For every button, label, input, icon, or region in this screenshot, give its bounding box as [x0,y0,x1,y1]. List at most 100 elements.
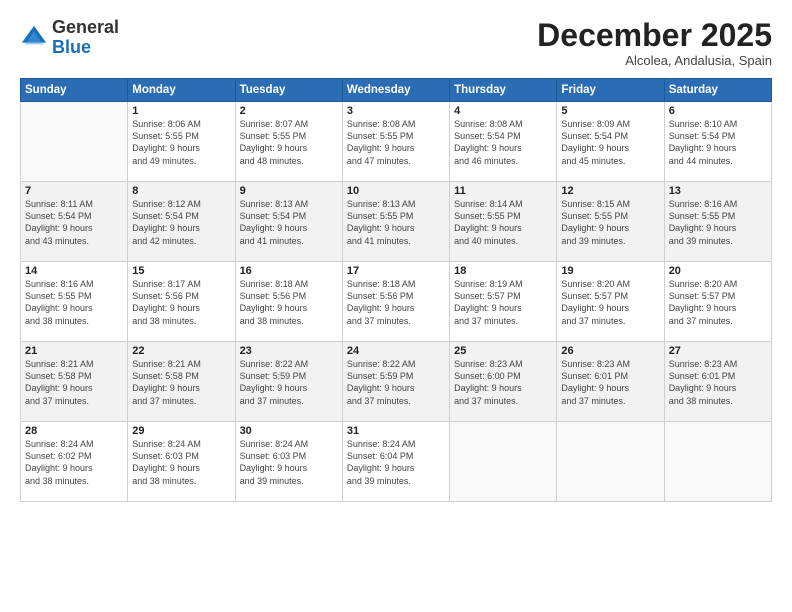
day-info: Sunrise: 8:24 AM Sunset: 6:03 PM Dayligh… [240,438,338,487]
calendar-cell: 20Sunrise: 8:20 AM Sunset: 5:57 PM Dayli… [664,262,771,342]
day-info: Sunrise: 8:17 AM Sunset: 5:56 PM Dayligh… [132,278,230,327]
day-info: Sunrise: 8:08 AM Sunset: 5:54 PM Dayligh… [454,118,552,167]
day-info: Sunrise: 8:18 AM Sunset: 5:56 PM Dayligh… [347,278,445,327]
calendar-cell: 9Sunrise: 8:13 AM Sunset: 5:54 PM Daylig… [235,182,342,262]
logo-icon [20,24,48,52]
day-info: Sunrise: 8:16 AM Sunset: 5:55 PM Dayligh… [669,198,767,247]
day-info: Sunrise: 8:20 AM Sunset: 5:57 PM Dayligh… [669,278,767,327]
day-number: 31 [347,425,445,437]
day-number: 3 [347,105,445,117]
day-number: 30 [240,425,338,437]
day-number: 1 [132,105,230,117]
day-info: Sunrise: 8:13 AM Sunset: 5:54 PM Dayligh… [240,198,338,247]
header-friday: Friday [557,79,664,102]
day-info: Sunrise: 8:08 AM Sunset: 5:55 PM Dayligh… [347,118,445,167]
calendar-cell [557,422,664,502]
day-number: 19 [561,265,659,277]
day-number: 6 [669,105,767,117]
day-number: 12 [561,185,659,197]
day-number: 25 [454,345,552,357]
day-info: Sunrise: 8:23 AM Sunset: 6:00 PM Dayligh… [454,358,552,407]
header-sunday: Sunday [21,79,128,102]
day-info: Sunrise: 8:21 AM Sunset: 5:58 PM Dayligh… [132,358,230,407]
day-number: 10 [347,185,445,197]
day-info: Sunrise: 8:23 AM Sunset: 6:01 PM Dayligh… [669,358,767,407]
day-number: 28 [25,425,123,437]
calendar-cell: 6Sunrise: 8:10 AM Sunset: 5:54 PM Daylig… [664,102,771,182]
logo-blue: Blue [52,37,91,57]
calendar-cell: 4Sunrise: 8:08 AM Sunset: 5:54 PM Daylig… [450,102,557,182]
day-number: 8 [132,185,230,197]
day-number: 5 [561,105,659,117]
calendar-week-row: 7Sunrise: 8:11 AM Sunset: 5:54 PM Daylig… [21,182,772,262]
day-info: Sunrise: 8:22 AM Sunset: 5:59 PM Dayligh… [240,358,338,407]
day-info: Sunrise: 8:09 AM Sunset: 5:54 PM Dayligh… [561,118,659,167]
day-info: Sunrise: 8:21 AM Sunset: 5:58 PM Dayligh… [25,358,123,407]
calendar-cell: 12Sunrise: 8:15 AM Sunset: 5:55 PM Dayli… [557,182,664,262]
day-info: Sunrise: 8:20 AM Sunset: 5:57 PM Dayligh… [561,278,659,327]
day-info: Sunrise: 8:07 AM Sunset: 5:55 PM Dayligh… [240,118,338,167]
day-info: Sunrise: 8:23 AM Sunset: 6:01 PM Dayligh… [561,358,659,407]
day-info: Sunrise: 8:16 AM Sunset: 5:55 PM Dayligh… [25,278,123,327]
calendar-cell: 13Sunrise: 8:16 AM Sunset: 5:55 PM Dayli… [664,182,771,262]
month-title: December 2025 [537,18,772,53]
calendar-week-row: 14Sunrise: 8:16 AM Sunset: 5:55 PM Dayli… [21,262,772,342]
day-info: Sunrise: 8:14 AM Sunset: 5:55 PM Dayligh… [454,198,552,247]
day-number: 26 [561,345,659,357]
calendar-cell: 22Sunrise: 8:21 AM Sunset: 5:58 PM Dayli… [128,342,235,422]
page: General Blue December 2025 Alcolea, Anda… [0,0,792,612]
calendar-cell [450,422,557,502]
title-block: December 2025 Alcolea, Andalusia, Spain [537,18,772,68]
calendar-cell: 7Sunrise: 8:11 AM Sunset: 5:54 PM Daylig… [21,182,128,262]
day-info: Sunrise: 8:19 AM Sunset: 5:57 PM Dayligh… [454,278,552,327]
day-number: 22 [132,345,230,357]
calendar-week-row: 21Sunrise: 8:21 AM Sunset: 5:58 PM Dayli… [21,342,772,422]
day-number: 14 [25,265,123,277]
logo-general: General [52,17,119,37]
day-number: 16 [240,265,338,277]
day-number: 27 [669,345,767,357]
calendar-cell: 14Sunrise: 8:16 AM Sunset: 5:55 PM Dayli… [21,262,128,342]
calendar-cell: 24Sunrise: 8:22 AM Sunset: 5:59 PM Dayli… [342,342,449,422]
calendar-cell: 3Sunrise: 8:08 AM Sunset: 5:55 PM Daylig… [342,102,449,182]
calendar-cell: 31Sunrise: 8:24 AM Sunset: 6:04 PM Dayli… [342,422,449,502]
calendar-cell: 26Sunrise: 8:23 AM Sunset: 6:01 PM Dayli… [557,342,664,422]
calendar-cell [21,102,128,182]
logo-text: General Blue [52,18,119,58]
calendar-table: Sunday Monday Tuesday Wednesday Thursday… [20,78,772,502]
day-info: Sunrise: 8:06 AM Sunset: 5:55 PM Dayligh… [132,118,230,167]
header: General Blue December 2025 Alcolea, Anda… [20,18,772,68]
logo: General Blue [20,18,119,58]
day-number: 24 [347,345,445,357]
calendar-cell: 2Sunrise: 8:07 AM Sunset: 5:55 PM Daylig… [235,102,342,182]
calendar-cell: 8Sunrise: 8:12 AM Sunset: 5:54 PM Daylig… [128,182,235,262]
calendar-cell: 5Sunrise: 8:09 AM Sunset: 5:54 PM Daylig… [557,102,664,182]
calendar-cell: 18Sunrise: 8:19 AM Sunset: 5:57 PM Dayli… [450,262,557,342]
header-saturday: Saturday [664,79,771,102]
calendar-cell: 21Sunrise: 8:21 AM Sunset: 5:58 PM Dayli… [21,342,128,422]
day-number: 11 [454,185,552,197]
day-info: Sunrise: 8:13 AM Sunset: 5:55 PM Dayligh… [347,198,445,247]
calendar-cell: 11Sunrise: 8:14 AM Sunset: 5:55 PM Dayli… [450,182,557,262]
day-info: Sunrise: 8:11 AM Sunset: 5:54 PM Dayligh… [25,198,123,247]
calendar-cell: 17Sunrise: 8:18 AM Sunset: 5:56 PM Dayli… [342,262,449,342]
calendar-cell: 15Sunrise: 8:17 AM Sunset: 5:56 PM Dayli… [128,262,235,342]
calendar-cell: 1Sunrise: 8:06 AM Sunset: 5:55 PM Daylig… [128,102,235,182]
day-info: Sunrise: 8:15 AM Sunset: 5:55 PM Dayligh… [561,198,659,247]
day-number: 13 [669,185,767,197]
day-number: 4 [454,105,552,117]
calendar-cell: 28Sunrise: 8:24 AM Sunset: 6:02 PM Dayli… [21,422,128,502]
calendar-cell: 25Sunrise: 8:23 AM Sunset: 6:00 PM Dayli… [450,342,557,422]
header-tuesday: Tuesday [235,79,342,102]
day-number: 2 [240,105,338,117]
day-info: Sunrise: 8:24 AM Sunset: 6:02 PM Dayligh… [25,438,123,487]
day-info: Sunrise: 8:22 AM Sunset: 5:59 PM Dayligh… [347,358,445,407]
header-thursday: Thursday [450,79,557,102]
calendar-cell: 29Sunrise: 8:24 AM Sunset: 6:03 PM Dayli… [128,422,235,502]
calendar-week-row: 28Sunrise: 8:24 AM Sunset: 6:02 PM Dayli… [21,422,772,502]
day-number: 21 [25,345,123,357]
day-number: 9 [240,185,338,197]
location: Alcolea, Andalusia, Spain [537,53,772,68]
calendar-cell: 16Sunrise: 8:18 AM Sunset: 5:56 PM Dayli… [235,262,342,342]
calendar-cell [664,422,771,502]
